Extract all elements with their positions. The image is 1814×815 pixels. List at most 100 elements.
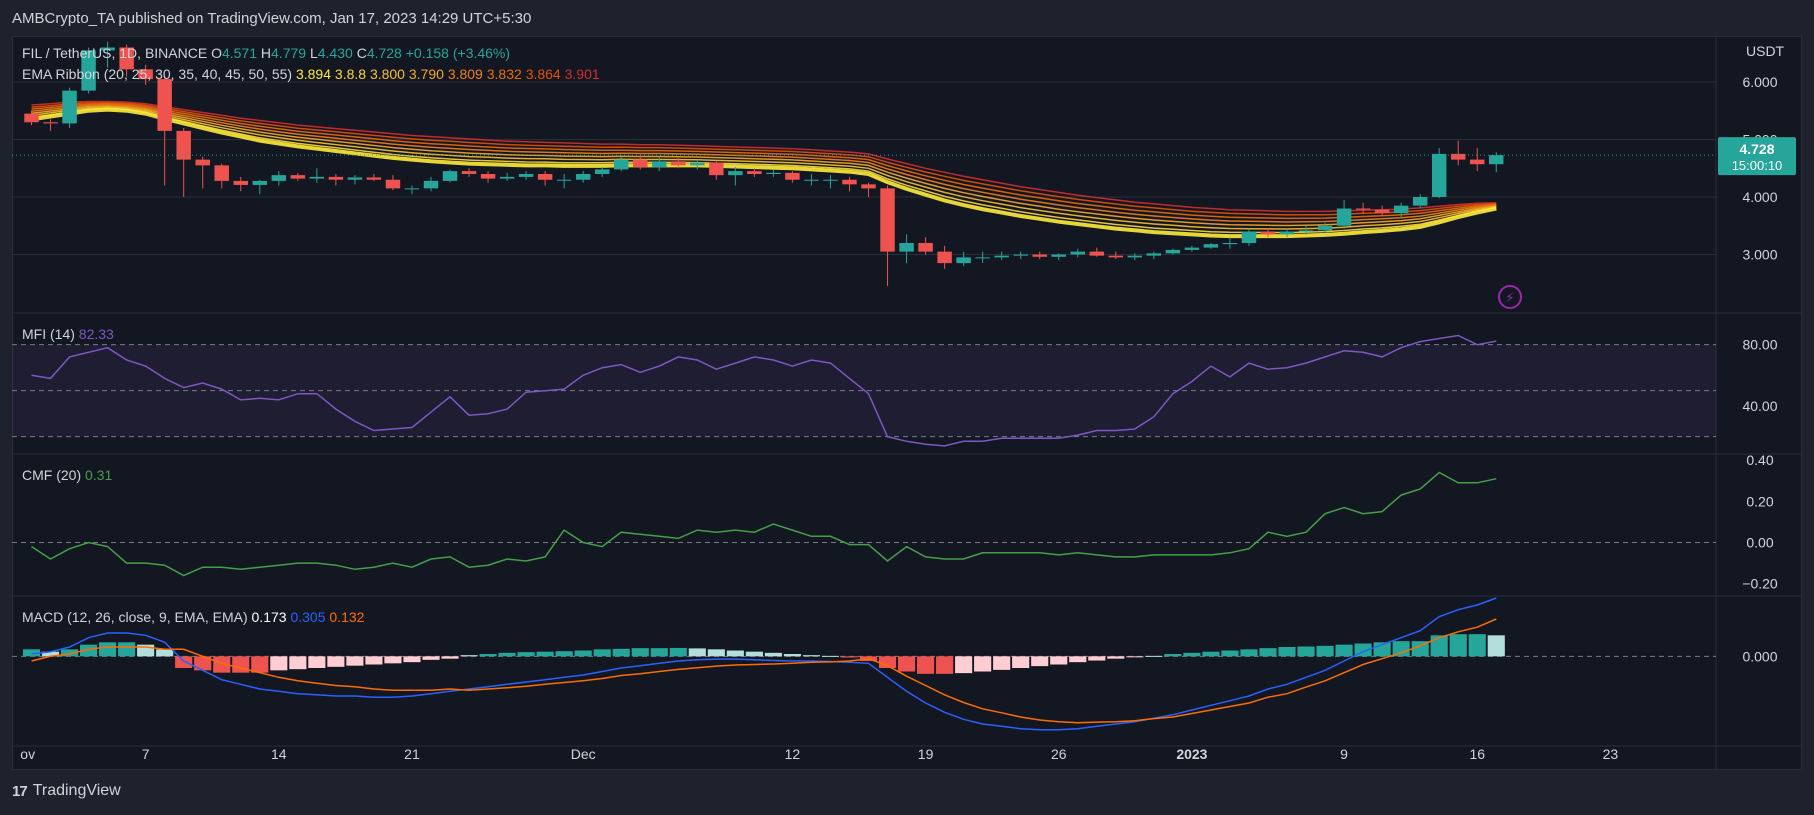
legend-part: 4.571 — [222, 45, 261, 61]
macd-histogram-bar — [1145, 655, 1163, 657]
legend-part: FIL / TetherUS, 1D, BINANCE — [22, 45, 211, 61]
ema-value: 3.809 — [448, 66, 487, 82]
x-axis-label: 14 — [271, 746, 287, 762]
macd-histogram-bar — [631, 648, 649, 657]
macd-histogram-bar — [1164, 654, 1182, 657]
macd-histogram-bar — [1449, 634, 1467, 657]
candle-body — [1489, 155, 1504, 165]
macd-histogram-bar — [498, 652, 516, 657]
macd-histogram-bar — [669, 647, 687, 657]
macd-histogram-bar — [1069, 656, 1087, 663]
candle-body — [1317, 225, 1333, 231]
ema-value: 3.790 — [409, 66, 448, 82]
price-badge-countdown: 15:00:10 — [1732, 158, 1783, 173]
candle-body — [24, 113, 39, 123]
candle-body — [366, 177, 382, 180]
candle-body — [195, 159, 210, 166]
price-tick-label: 4.000 — [1742, 189, 1777, 205]
macd-histogram-bar — [175, 656, 193, 668]
ema-value: 3.864 — [526, 66, 565, 82]
candle-body — [1393, 205, 1409, 214]
macd-histogram-bar — [1487, 635, 1505, 657]
candle-body — [842, 179, 857, 185]
legend-part: H — [261, 45, 271, 61]
x-axis-label: 21 — [404, 746, 420, 762]
candle-body — [575, 174, 591, 180]
candle-body — [271, 175, 287, 181]
macd-histogram-bar — [99, 642, 117, 657]
candle-body — [1184, 247, 1200, 250]
macd-histogram-bar — [917, 656, 935, 674]
candle-body — [290, 175, 306, 179]
symbol-legend: FIL / TetherUS, 1D, BINANCE O4.571 H4.77… — [22, 45, 510, 61]
chart-canvas[interactable]: 6.0005.0004.0003.000USDT4.72815:00:10⚡FI… — [0, 0, 1814, 815]
macd-histogram-bar — [1221, 650, 1239, 657]
candle-body — [1355, 208, 1371, 210]
price-unit-label: USDT — [1746, 43, 1785, 59]
macd-histogram-bar — [840, 656, 859, 658]
candle-body — [1108, 255, 1124, 258]
candle-body — [709, 162, 724, 176]
candle-body — [880, 188, 895, 252]
candle-body — [328, 176, 344, 180]
candle-body — [1127, 255, 1143, 258]
candle-body — [861, 184, 876, 189]
candle-body — [214, 165, 229, 181]
macd-histogram-bar — [536, 651, 554, 657]
candle-body — [1222, 243, 1238, 245]
macd-histogram-bar — [593, 649, 611, 657]
macd-histogram-bar — [156, 649, 174, 657]
macd-histogram-bar — [897, 656, 916, 672]
candle-body — [633, 159, 648, 168]
candle-body — [43, 122, 58, 124]
mfi-value: 82.33 — [79, 326, 114, 342]
macd-histogram-bar — [726, 650, 744, 657]
macd-histogram-bar — [1259, 648, 1277, 657]
x-axis-label: 7 — [142, 746, 150, 762]
candle-body — [423, 180, 439, 189]
ema-value: 3.800 — [370, 66, 409, 82]
ema-value: 3.832 — [487, 66, 526, 82]
candle-body — [556, 179, 572, 181]
legend-part: O — [211, 45, 222, 61]
candle-body — [1450, 153, 1466, 160]
candle-body — [1013, 254, 1028, 256]
macd-histogram-bar — [1202, 651, 1220, 657]
candle-body — [309, 176, 325, 179]
price-tick-label: 6.000 — [1742, 74, 1777, 90]
macd-histogram-bar — [1107, 656, 1125, 659]
brand-footer[interactable]: 17 TradingView — [12, 782, 121, 800]
macd-histogram-bar — [936, 656, 954, 674]
macd-histogram-bar — [289, 656, 307, 670]
candle-body — [1336, 208, 1352, 226]
candle-body — [480, 174, 496, 179]
candle-body — [537, 174, 553, 180]
candle-body — [1241, 231, 1257, 243]
macd-histogram-bar — [974, 656, 992, 672]
macd-histogram-bar — [612, 648, 630, 657]
mfi-tick-label: 80.00 — [1742, 337, 1777, 353]
macd-histogram-bar — [1031, 656, 1049, 667]
cmf-line — [31, 471, 1497, 577]
candle-body — [1146, 253, 1162, 256]
candle-body — [975, 257, 990, 259]
legend-part: 4.728 — [367, 45, 406, 61]
macd-value: 0.173 — [252, 609, 291, 625]
ema-legend: EMA Ribbon (20, 25, 30, 35, 40, 45, 50, … — [22, 66, 600, 82]
x-axis-label: 12 — [785, 746, 801, 762]
candle-body — [1279, 231, 1295, 235]
candle-body — [157, 79, 172, 131]
macd-histogram-bar — [650, 648, 668, 657]
macd-histogram-bar — [1050, 656, 1068, 665]
macd-histogram-bar — [441, 656, 459, 659]
candle-body — [956, 257, 971, 264]
cmf-tick-label: 0.00 — [1746, 535, 1773, 551]
x-axis-label: 9 — [1340, 746, 1348, 762]
candle-body — [347, 177, 363, 180]
macd-histogram-bar — [346, 656, 364, 666]
candle-body — [918, 243, 933, 252]
candle-body — [594, 169, 610, 174]
cmf-tick-label: −0.20 — [1742, 576, 1778, 592]
macd-histogram-bar — [1297, 646, 1315, 657]
price-tick-label: 3.000 — [1742, 247, 1777, 263]
